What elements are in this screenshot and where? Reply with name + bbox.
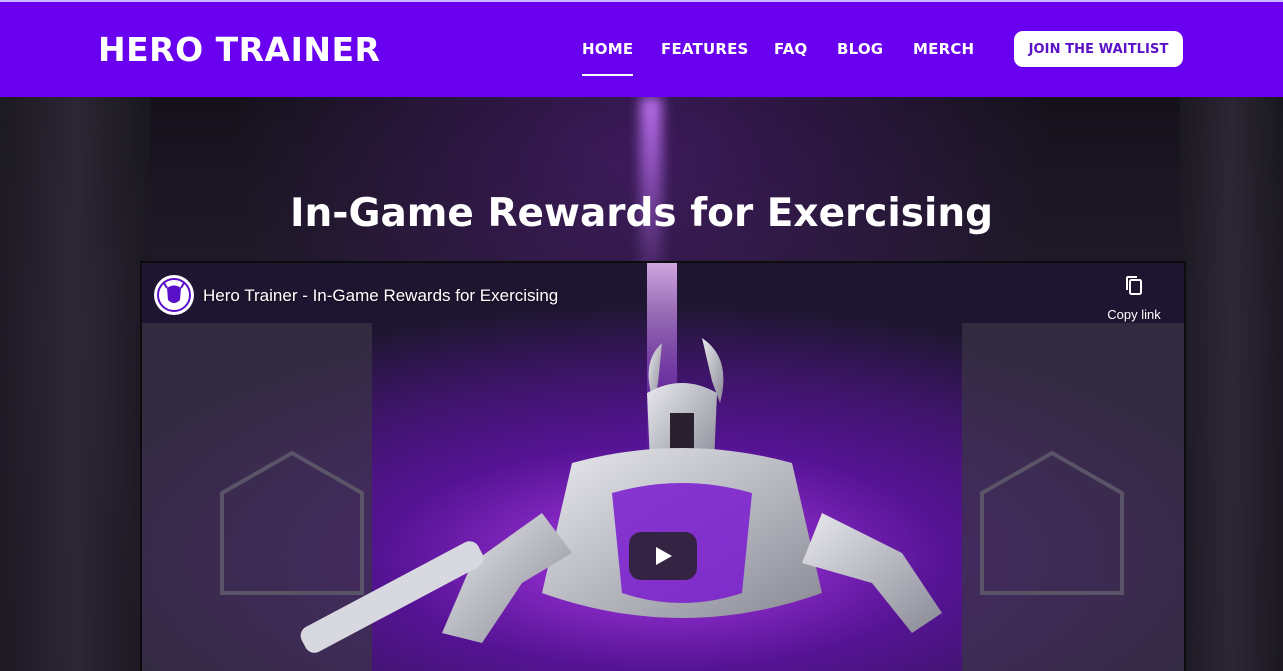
nav-merch[interactable]: MERCH xyxy=(913,40,974,58)
hero-section: In-Game Rewards for Exercising Hero Trai… xyxy=(0,97,1283,671)
nav-features[interactable]: FEATURES xyxy=(661,40,749,58)
video-title[interactable]: Hero Trainer - In-Game Rewards for Exerc… xyxy=(203,286,558,306)
nav-home[interactable]: HOME xyxy=(582,40,634,76)
copy-link-label: Copy link xyxy=(1107,307,1161,322)
play-icon xyxy=(656,547,672,565)
background-pillar xyxy=(0,97,150,671)
copy-link-button[interactable]: Copy link xyxy=(1102,275,1166,322)
play-button[interactable] xyxy=(629,532,697,580)
video-embed[interactable]: Hero Trainer - In-Game Rewards for Exerc… xyxy=(140,261,1186,671)
hero-title: In-Game Rewards for Exercising xyxy=(289,191,994,236)
site-header: HERO TRAINER HOME FEATURES FAQ BLOG MERC… xyxy=(0,2,1283,97)
nav-blog[interactable]: BLOG xyxy=(837,40,883,58)
nav-faq[interactable]: FAQ xyxy=(774,40,808,58)
copy-icon xyxy=(1126,276,1142,295)
join-waitlist-button[interactable]: JOIN THE WAITLIST xyxy=(1014,31,1183,67)
background-pillar xyxy=(1180,97,1283,671)
video-thumbnail xyxy=(142,263,1184,671)
channel-avatar-icon[interactable] xyxy=(154,275,194,315)
